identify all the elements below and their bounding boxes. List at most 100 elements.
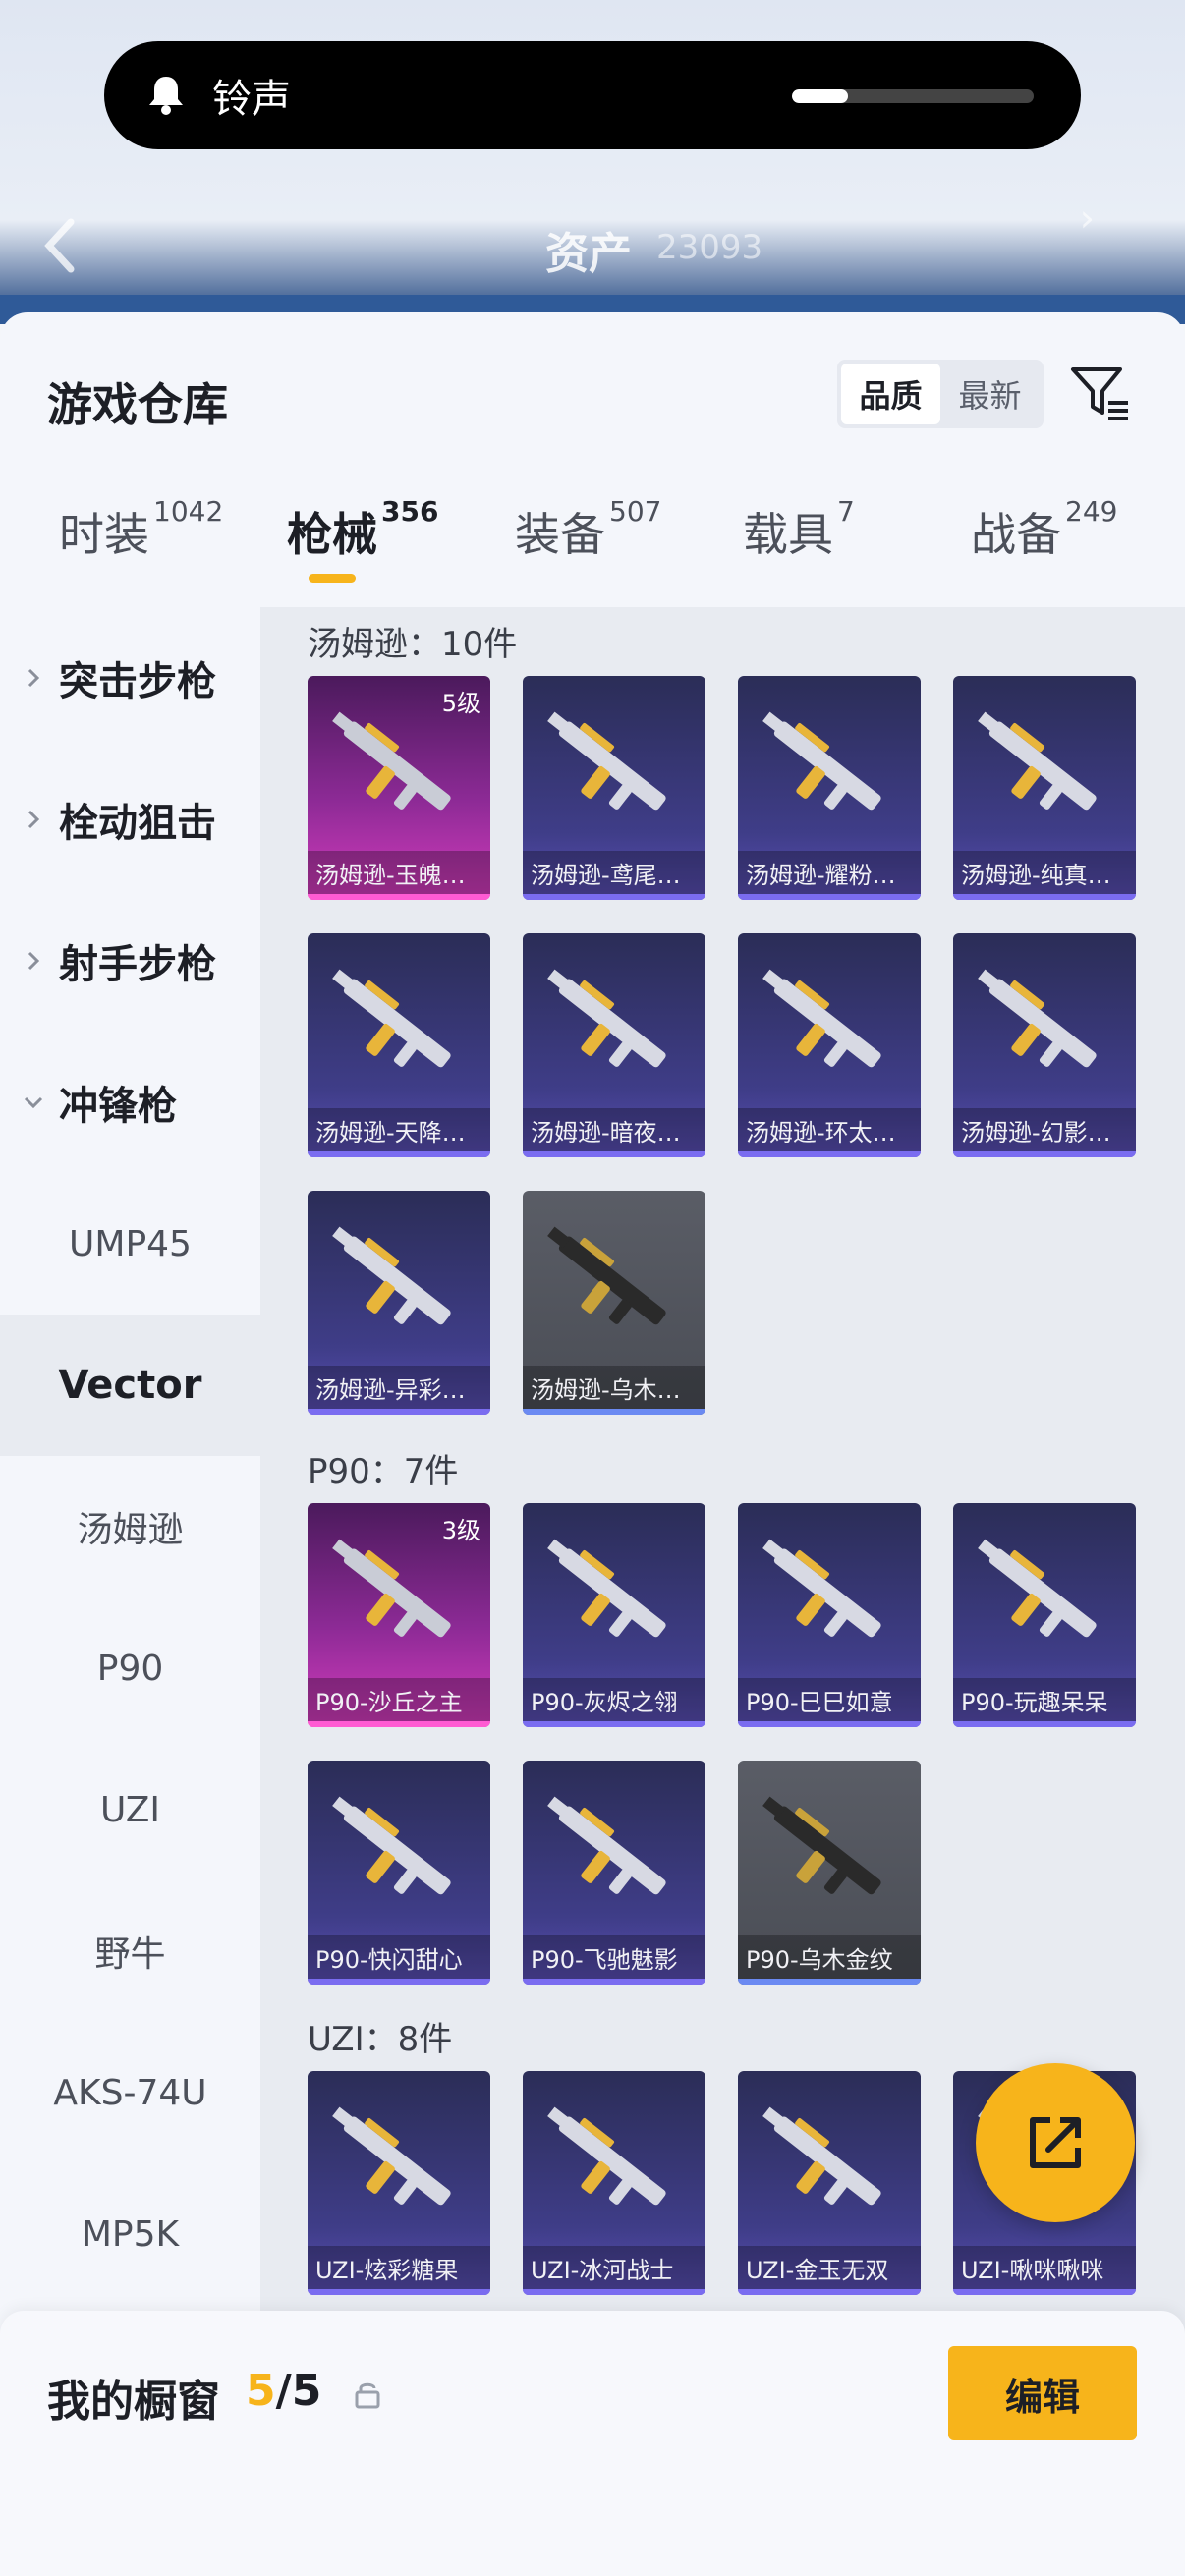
skin-card[interactable]: P90-飞驰魅影	[523, 1761, 705, 1985]
warehouse-sheet: 游戏仓库 品质 最新 时装 1042 枪械 356 装备 507 载具 7 战备 249	[0, 312, 1185, 2576]
skin-card[interactable]: 3级 P90-沙丘之主	[308, 1503, 490, 1727]
weapon-skin-icon	[762, 969, 881, 1068]
level-badge: 3级	[441, 1517, 480, 1544]
tab-fashion[interactable]: 时装 1042	[59, 495, 223, 564]
rarity-bar	[738, 1151, 921, 1157]
skin-card[interactable]: UZI-炫彩糖果	[308, 2071, 490, 2295]
skin-card[interactable]: P90-快闪甜心	[308, 1761, 490, 1985]
assets-title: 资产	[545, 229, 632, 279]
skin-name: P90-快闪甜心	[308, 1935, 490, 1979]
nav-group-label: 栓动狙击	[59, 801, 216, 846]
skin-card[interactable]: P90-乌木金纹	[738, 1761, 921, 1985]
weapon-skin-icon	[332, 1539, 451, 1638]
tab-equipment[interactable]: 装备 507	[515, 495, 661, 564]
skin-name: 汤姆逊-幻影…	[953, 1108, 1136, 1151]
showcase-panel: 我的橱窗 5/5 编辑	[0, 2311, 1185, 2576]
rarity-bar	[523, 1979, 705, 1985]
nav-subitem-ump45[interactable]: UMP45	[0, 1173, 260, 1315]
weapon-skin-icon	[332, 711, 451, 811]
skin-card[interactable]: 汤姆逊-乌木…	[523, 1191, 705, 1415]
skin-name: P90-乌木金纹	[738, 1935, 921, 1979]
weapon-skin-icon	[762, 2106, 881, 2206]
nav-subitem-mp5k[interactable]: MP5K	[0, 2163, 260, 2305]
skin-card[interactable]: 汤姆逊-异彩…	[308, 1191, 490, 1415]
chevron-right-icon	[28, 810, 40, 829]
rarity-bar	[738, 894, 921, 900]
group-title-p90: P90：7件	[308, 1452, 459, 1491]
level-badge: 5级	[441, 690, 480, 717]
bell-icon	[149, 77, 183, 115]
rarity-bar	[523, 894, 705, 900]
skin-card[interactable]: P90-玩趣呆呆	[953, 1503, 1136, 1727]
back-arrow-icon[interactable]	[39, 216, 79, 275]
skin-card[interactable]: 5级汤姆逊-玉魄…	[308, 676, 490, 900]
sort-toggle[interactable]: 品质 最新	[837, 360, 1044, 428]
tab-firearms[interactable]: 枪械 356	[287, 495, 438, 583]
skin-card[interactable]: 汤姆逊-暗夜…	[523, 933, 705, 1157]
tab-label: 战备	[971, 508, 1061, 561]
tab-count: 249	[1065, 495, 1118, 528]
weapon-skin-icon	[332, 969, 451, 1068]
active-tab-indicator	[309, 574, 356, 583]
weapon-skin-icon	[762, 1539, 881, 1638]
share-button[interactable]	[976, 2063, 1135, 2222]
skin-card[interactable]: P90-巳巳如意	[738, 1503, 921, 1727]
nav-subitem-vector[interactable]: Vector	[0, 1315, 260, 1456]
rarity-bar	[308, 894, 490, 900]
tab-vehicles[interactable]: 载具 7	[743, 495, 855, 564]
nav-subitem-uzi[interactable]: UZI	[0, 1739, 260, 1880]
skin-card[interactable]: 汤姆逊-幻影…	[953, 933, 1136, 1157]
skin-name: P90-沙丘之主	[308, 1678, 490, 1721]
edit-button[interactable]: 编辑	[948, 2346, 1137, 2440]
skin-name: 汤姆逊-鸢尾…	[523, 851, 705, 894]
filter-icon[interactable]	[1069, 362, 1132, 424]
skin-card[interactable]: 汤姆逊-环太…	[738, 933, 921, 1157]
weapon-skin-icon	[978, 711, 1097, 811]
weapon-skin-icon	[547, 711, 666, 811]
chevron-right-icon: ›	[1079, 196, 1095, 240]
nav-group-marksman-rifle[interactable]: 射手步枪	[0, 890, 260, 1032]
skin-card[interactable]: 汤姆逊-鸢尾…	[523, 676, 705, 900]
tab-combat-supplies[interactable]: 战备 249	[971, 495, 1117, 564]
skin-card[interactable]: 汤姆逊-耀粉…	[738, 676, 921, 900]
skin-card[interactable]: UZI-金玉无双	[738, 2071, 921, 2295]
nav-subitem-bizon[interactable]: 野牛	[0, 1880, 260, 2022]
weapon-skin-icon	[332, 2106, 451, 2206]
nav-group-bolt-sniper[interactable]: 栓动狙击	[0, 749, 260, 890]
weapon-skin-icon	[762, 711, 881, 811]
skin-card[interactable]: 汤姆逊-纯真…	[953, 676, 1136, 900]
nav-subitem-aks74u[interactable]: AKS-74U	[0, 2022, 260, 2163]
sort-quality-option[interactable]: 品质	[841, 364, 940, 424]
rarity-bar	[308, 1151, 490, 1157]
volume-fill	[792, 89, 848, 103]
nav-subitem-p90[interactable]: P90	[0, 1597, 260, 1739]
skin-name: UZI-冰河战士	[523, 2246, 705, 2289]
nav-group-smg[interactable]: 冲锋枪	[0, 1032, 260, 1173]
rarity-bar	[738, 2289, 921, 2295]
skin-name: 汤姆逊-天降…	[308, 1108, 490, 1151]
chevron-right-icon	[28, 668, 40, 688]
weapon-skin-icon	[547, 2106, 666, 2206]
nav-group-assault-rifle[interactable]: 突击步枪	[0, 607, 260, 749]
skin-name: P90-巳巳如意	[738, 1678, 921, 1721]
weapon-skin-icon	[547, 1226, 666, 1325]
showcase-count: 5/5	[246, 2366, 321, 2416]
rarity-bar	[523, 1151, 705, 1157]
skin-name: UZI-炫彩糖果	[308, 2246, 490, 2289]
weapon-skin-icon	[332, 1226, 451, 1325]
rarity-bar	[308, 1409, 490, 1415]
sort-newest-option[interactable]: 最新	[940, 364, 1040, 424]
skin-name: 汤姆逊-玉魄…	[308, 851, 490, 894]
skin-card[interactable]: P90-灰烬之翎	[523, 1503, 705, 1727]
group-title-uzi: UZI：8件	[308, 2020, 453, 2059]
nav-subitem-thompson[interactable]: 汤姆逊	[0, 1456, 260, 1597]
skin-name: P90-飞驰魅影	[523, 1935, 705, 1979]
category-tabs: 时装 1042 枪械 356 装备 507 载具 7 战备 249	[0, 495, 1185, 607]
rarity-bar	[523, 2289, 705, 2295]
skin-card[interactable]: 汤姆逊-天降…	[308, 933, 490, 1157]
weapon-type-nav: 突击步枪 栓动狙击 射手步枪 冲锋枪 UMP45 Vector 汤姆逊 P90 …	[0, 607, 260, 2435]
weapon-skin-icon	[762, 1796, 881, 1895]
weapon-skin-icon	[978, 969, 1097, 1068]
volume-bar	[792, 89, 1034, 103]
skin-card[interactable]: UZI-冰河战士	[523, 2071, 705, 2295]
